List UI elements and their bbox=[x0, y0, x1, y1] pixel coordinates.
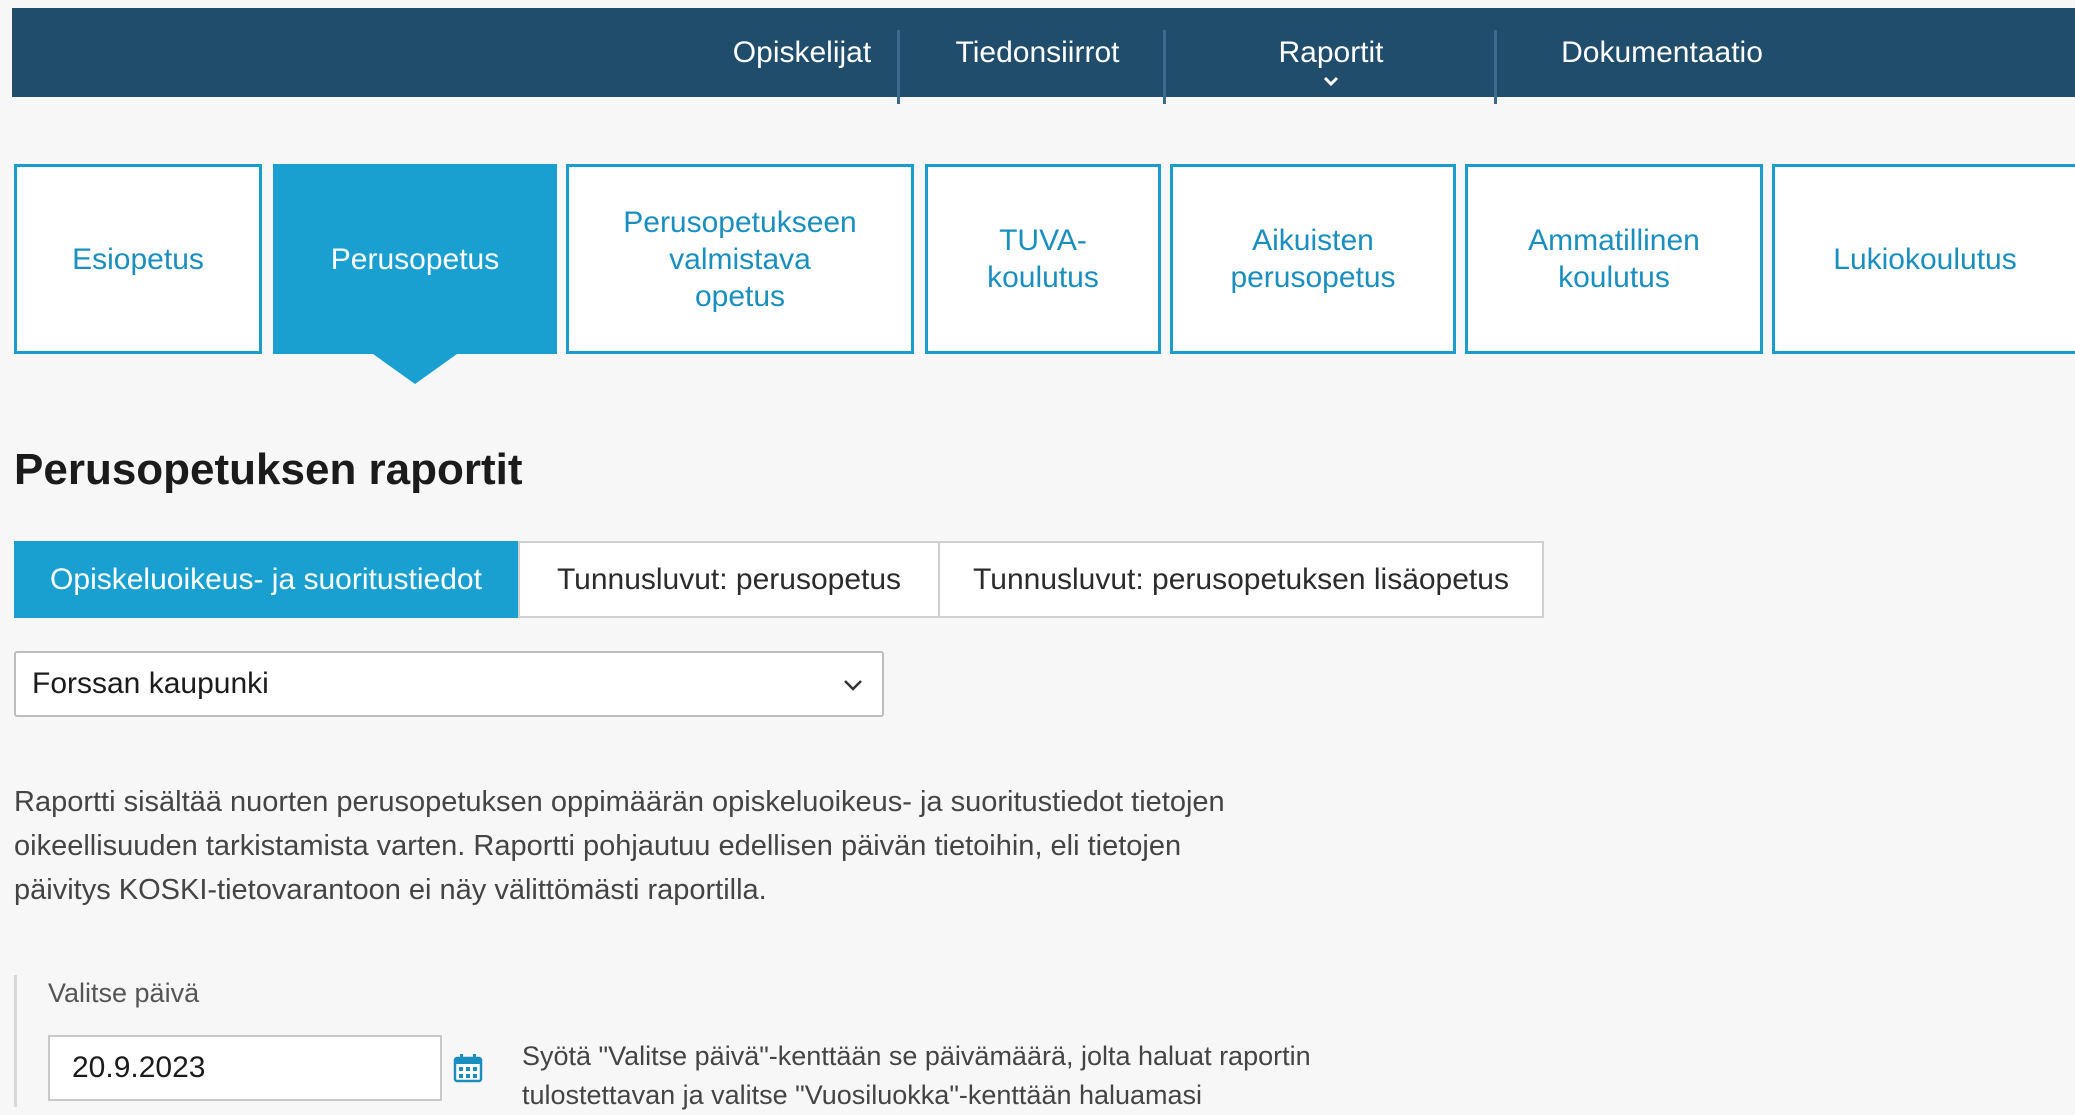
nav-dokumentaatio[interactable]: Dokumentaatio bbox=[1497, 8, 1827, 97]
organization-select[interactable]: Forssan kaupunki bbox=[14, 651, 884, 717]
tile-tuva[interactable]: TUVA-koulutus bbox=[925, 164, 1161, 354]
chevron-down-icon bbox=[1323, 76, 1339, 87]
tab-tunnusluvut-perusopetus[interactable]: Tunnusluvut: perusopetus bbox=[518, 541, 940, 618]
nav-opiskelijat[interactable]: Opiskelijat bbox=[702, 8, 902, 97]
nav-label: Raportit bbox=[1278, 35, 1384, 69]
tab-label: Opiskeluoikeus- ja suoritustiedot bbox=[50, 562, 482, 596]
nav-raportit[interactable]: Raportit bbox=[1166, 8, 1496, 97]
tile-ammatillinen[interactable]: Ammatillinen koulutus bbox=[1465, 164, 1763, 354]
tile-label: Lukiokoulutus bbox=[1833, 242, 2017, 276]
tile-label: Esiopetus bbox=[72, 242, 204, 276]
tile-label: Ammatillinen koulutus bbox=[1528, 224, 1700, 294]
nav-tiedonsiirrot[interactable]: Tiedonsiirrot bbox=[900, 8, 1175, 97]
chevron-down-icon bbox=[844, 680, 862, 691]
tile-label: Perusopetus bbox=[330, 242, 500, 276]
tile-label: Aikuisten perusopetus bbox=[1230, 224, 1396, 294]
organization-select-value: Forssan kaupunki bbox=[32, 667, 269, 700]
page-title: Perusopetuksen raportit bbox=[14, 445, 523, 494]
tab-tunnusluvut-lisaopetus[interactable]: Tunnusluvut: perusopetuksen lisäopetus bbox=[938, 541, 1544, 618]
tile-label: Perusopetukseen valmistava opetus bbox=[623, 205, 857, 313]
date-input[interactable]: 20.9.2023 bbox=[48, 1035, 442, 1101]
tab-opiskeluoikeus-suoritustiedot[interactable]: Opiskeluoikeus- ja suoritustiedot bbox=[14, 541, 518, 618]
top-navigation-bar: Opiskelijat Tiedonsiirrot Raportit Dokum… bbox=[12, 8, 2075, 104]
nav-label: Tiedonsiirrot bbox=[955, 35, 1120, 69]
date-input-value: 20.9.2023 bbox=[72, 1051, 206, 1084]
nav-label: Opiskelijat bbox=[732, 35, 872, 69]
tab-label: Tunnusluvut: perusopetuksen lisäopetus bbox=[973, 562, 1509, 596]
tile-perusopetukseen-valmistava[interactable]: Perusopetukseen valmistava opetus bbox=[566, 164, 914, 354]
tile-lukiokoulutus[interactable]: Lukiokoulutus bbox=[1772, 164, 2075, 354]
nav-label: Dokumentaatio bbox=[1561, 35, 1763, 69]
active-tile-pointer bbox=[373, 354, 457, 384]
date-help-text: Syötä "Valitse päivä"-kenttään se päiväm… bbox=[522, 1041, 1311, 1110]
report-description: Raportti sisältää nuorten perusopetuksen… bbox=[14, 786, 1225, 906]
date-section-border bbox=[14, 975, 17, 1107]
tab-label: Tunnusluvut: perusopetus bbox=[556, 562, 902, 596]
tile-aikuisten-perusopetus[interactable]: Aikuisten perusopetus bbox=[1170, 164, 1456, 354]
calendar-icon[interactable] bbox=[453, 1053, 483, 1083]
date-label: Valitse päivä bbox=[48, 978, 200, 1008]
tile-esiopetus[interactable]: Esiopetus bbox=[14, 164, 262, 354]
tile-perusopetus[interactable]: Perusopetus bbox=[273, 164, 557, 354]
tile-label: TUVA-koulutus bbox=[987, 224, 1099, 294]
